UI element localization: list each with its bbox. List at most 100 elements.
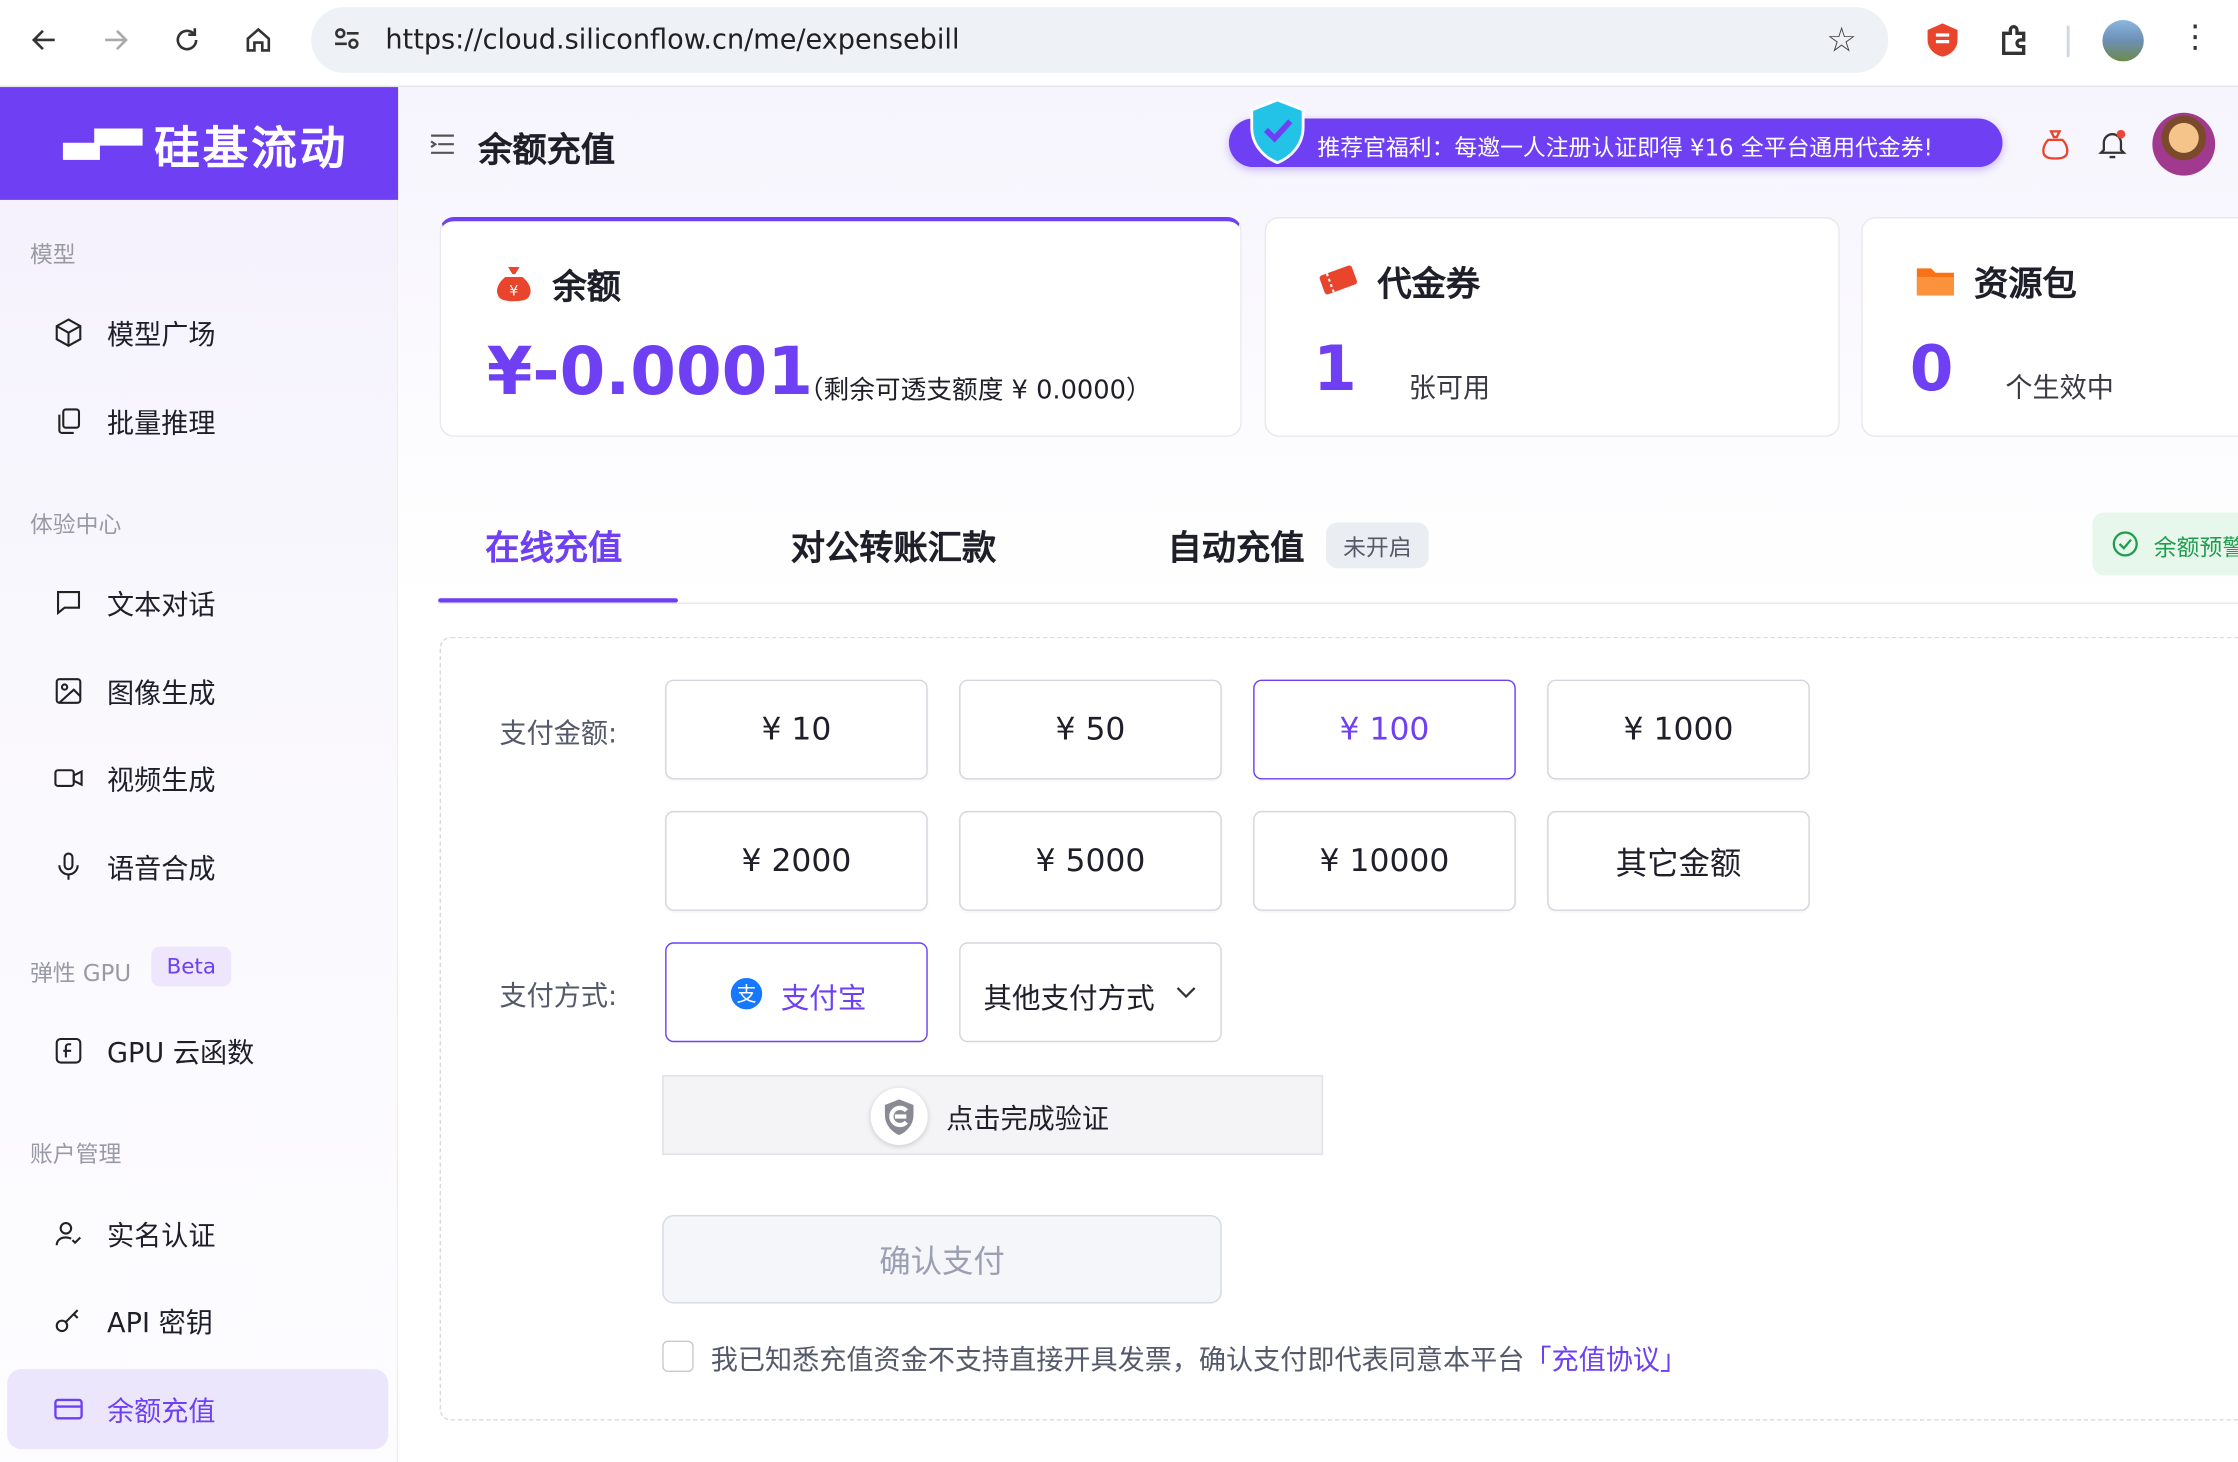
sidebar-item-label: 图像生成 <box>107 678 216 710</box>
sidebar-item-model-square[interactable]: 模型广场 <box>7 293 388 373</box>
toolbar-divider <box>2066 25 2070 58</box>
section-title-models: 模型 <box>29 241 76 269</box>
amount-label: 支付金额: <box>499 718 618 750</box>
balance-title: 余额 <box>552 266 621 307</box>
money-bag-icon[interactable] <box>2038 127 2072 161</box>
voucher-title: 代金券 <box>1377 264 1481 305</box>
forward-icon[interactable] <box>96 20 136 60</box>
copy-icon <box>58 408 81 434</box>
resource-package-card[interactable]: 资源包 0 个生效中 <box>1861 217 2238 437</box>
alipay-button[interactable]: 支 支付宝 <box>665 942 928 1043</box>
url-text[interactable]: https://cloud.siliconflow.cn/me/expenseb… <box>385 24 959 55</box>
ticket-icon <box>1319 265 1358 295</box>
brand-name: 硅基流动 <box>154 121 349 176</box>
extension-shield-icon[interactable] <box>1923 20 1963 60</box>
amount-option-100[interactable]: ¥ 100 <box>1253 679 1516 780</box>
amount-option-2000[interactable]: ¥ 2000 <box>665 810 928 911</box>
sidebar-item-label: GPU 云函数 <box>107 1037 255 1070</box>
other-payment-label: 其他支付方式 <box>983 980 1155 1016</box>
alipay-icon: 支 <box>730 977 763 1010</box>
agreement-text-body: 我已知悉充值资金不支持直接开具发票，确认支付即代表同意本平台 <box>710 1344 1525 1377</box>
amount-option-10000[interactable]: ¥ 10000 <box>1253 810 1516 911</box>
promo-text: 推荐官福利：每邀一人注册认证即得 ¥16 全平台通用代金券! <box>1317 134 1933 162</box>
bell-icon[interactable] <box>2095 127 2129 161</box>
sidebar-item-video-gen[interactable]: 视频生成 <box>7 738 388 818</box>
confirm-payment-button[interactable]: 确认支付 <box>662 1214 1222 1304</box>
section-title-playground: 体验中心 <box>29 511 122 539</box>
sidebar: 硅基流动 模型 模型广场 批量推理 体验中心 文本对话 图像生成 视频生成 语音… <box>0 87 399 1462</box>
sidebar-item-label: 模型广场 <box>107 319 216 352</box>
sidebar-item-label: 批量推理 <box>107 408 216 440</box>
amount-option-10[interactable]: ¥ 10 <box>665 679 928 780</box>
amount-option-custom[interactable]: 其它金额 <box>1547 810 1810 911</box>
voucher-label: 张可用 <box>1408 372 1491 405</box>
sidebar-item-api-keys[interactable]: API 密钥 <box>7 1281 388 1361</box>
referral-promo-banner[interactable]: 推荐官福利：每邀一人注册认证即得 ¥16 全平台通用代金券! <box>1228 98 2003 168</box>
sidebar-item-label: 语音合成 <box>107 853 216 886</box>
amount-option-50[interactable]: ¥ 50 <box>959 679 1222 780</box>
main-content: 余额充值 推荐官福利：每邀一人注册认证即得 ¥16 全平台通用代金券! ¥ 余额… <box>398 87 2238 1462</box>
check-circle-icon <box>2112 531 2138 557</box>
sidebar-item-recharge[interactable]: 余额充值 <box>7 1369 389 1450</box>
overdraft-note: （剩余可透支额度 ¥ 0.0000） <box>797 375 1152 406</box>
bookmark-star-icon[interactable]: ☆ <box>1826 20 1857 60</box>
svg-text:支: 支 <box>736 982 756 1006</box>
user-avatar[interactable] <box>2152 112 2216 176</box>
payment-method-label: 支付方式: <box>499 980 618 1013</box>
balance-value: ¥-0.0001 <box>486 332 814 410</box>
extensions-puzzle-icon[interactable] <box>1995 20 2035 60</box>
sidebar-item-image-gen[interactable]: 图像生成 <box>7 651 388 731</box>
brand-header[interactable]: 硅基流动 <box>0 87 399 200</box>
recharge-agreement-link[interactable]: 「充值协议」 <box>1524 1345 1687 1376</box>
sidebar-item-label: API 密钥 <box>107 1307 213 1340</box>
microphone-icon <box>58 852 79 880</box>
agreement-checkbox[interactable] <box>662 1340 694 1373</box>
tab-online-recharge[interactable]: 在线充值 <box>485 520 622 570</box>
folder-icon <box>1916 268 1954 296</box>
function-icon <box>55 1037 82 1064</box>
sidebar-item-label: 文本对话 <box>107 589 216 622</box>
key-icon <box>55 1309 79 1333</box>
agreement-text: 我已知悉充值资金不支持直接开具发票，确认支付即代表同意本平台「充值协议」 <box>711 1339 1687 1378</box>
package-title: 资源包 <box>1973 264 2077 305</box>
sidebar-item-batch-inference[interactable]: 批量推理 <box>7 381 388 461</box>
voucher-count: 1 <box>1313 332 1357 406</box>
amount-option-5000[interactable]: ¥ 5000 <box>959 810 1222 911</box>
tabs-divider <box>438 602 2238 604</box>
home-icon[interactable] <box>238 20 278 60</box>
video-icon <box>54 769 83 787</box>
more-menu-icon[interactable]: ⋮ <box>2179 20 2210 56</box>
balance-alert-button[interactable]: 余额预警 <box>2092 512 2238 576</box>
alipay-label: 支付宝 <box>780 980 867 1016</box>
captcha-label: 点击完成验证 <box>946 1103 1110 1136</box>
chevron-down-icon <box>1176 987 1196 999</box>
site-settings-icon[interactable] <box>331 23 362 54</box>
captcha-verify-button[interactable]: 点击完成验证 <box>662 1075 1324 1156</box>
reload-icon[interactable] <box>167 20 207 60</box>
money-bag-icon: ¥ <box>497 266 531 302</box>
balance-card: ¥ 余额 ¥-0.0001 （剩余可透支额度 ¥ 0.0000） <box>439 217 1242 437</box>
other-payment-dropdown[interactable]: 其他支付方式 <box>959 942 1222 1043</box>
package-count: 0 <box>1909 332 1954 406</box>
sidebar-item-speech[interactable]: 语音合成 <box>7 827 388 907</box>
sidebar-item-label: 视频生成 <box>107 765 216 797</box>
user-check-icon <box>55 1222 82 1246</box>
package-label: 个生效中 <box>2005 372 2114 405</box>
voucher-card[interactable]: 代金券 1 张可用 <box>1264 217 1840 437</box>
sidebar-item-label: 实名认证 <box>107 1220 216 1253</box>
section-title-gpu: 弹性 GPU <box>29 959 132 987</box>
cube-icon <box>55 318 82 347</box>
sidebar-item-verification[interactable]: 实名认证 <box>7 1194 388 1274</box>
collapse-menu-icon[interactable] <box>430 131 456 157</box>
sidebar-item-text-chat[interactable]: 文本对话 <box>7 563 388 643</box>
address-bar[interactable]: https://cloud.siliconflow.cn/me/expenseb… <box>311 7 1889 73</box>
beta-badge: Beta <box>151 946 232 987</box>
sidebar-item-gpu-functions[interactable]: GPU 云函数 <box>7 1011 388 1091</box>
tab-bank-transfer[interactable]: 对公转账汇款 <box>791 520 997 570</box>
amount-option-1000[interactable]: ¥ 1000 <box>1547 679 1810 780</box>
tab-auto-recharge[interactable]: 自动充值 <box>1168 520 1305 570</box>
back-icon[interactable] <box>24 20 64 60</box>
svg-text:¥: ¥ <box>509 284 518 300</box>
profile-avatar[interactable] <box>2102 19 2144 62</box>
recharge-form: 支付金额: ¥ 10 ¥ 50 ¥ 100 ¥ 1000 ¥ 2000 ¥ 50… <box>439 636 2238 1421</box>
